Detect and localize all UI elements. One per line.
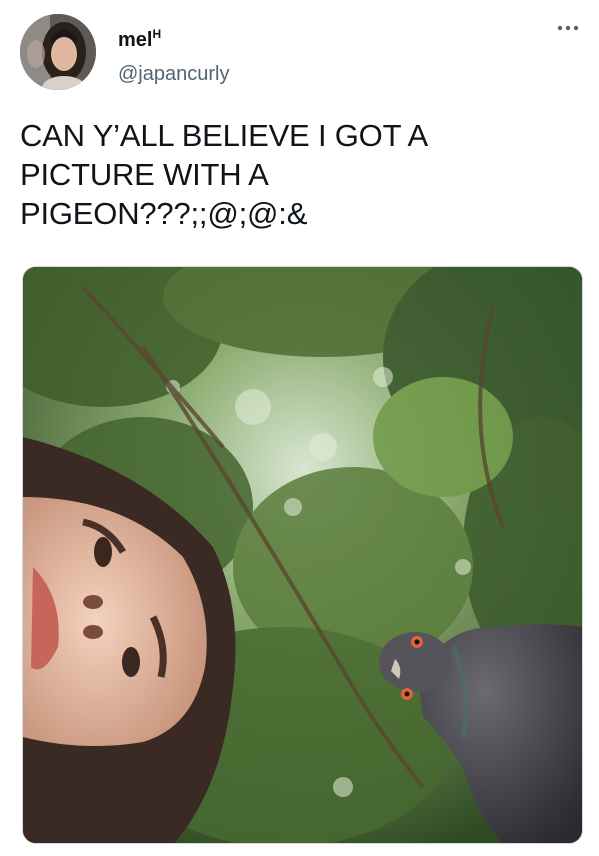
- tweet-media[interactable]: [22, 266, 583, 844]
- tweet-card: melH @japancurly CAN Y’ALL BELIEVE I GOT…: [0, 0, 599, 856]
- tweet-header: melH @japancurly: [20, 14, 585, 94]
- selfie-with-pigeon-photo-icon: [23, 267, 582, 843]
- avatar-photo-icon: [20, 14, 96, 90]
- display-name-suffix: H: [152, 27, 162, 41]
- more-horizontal-icon: [557, 25, 579, 31]
- avatar[interactable]: [20, 14, 96, 90]
- handle[interactable]: @japancurly: [118, 62, 229, 86]
- display-name-text: mel: [118, 29, 153, 51]
- author-names: melH @japancurly: [118, 22, 229, 86]
- more-options-button[interactable]: [553, 18, 583, 38]
- tweet-text: CAN Y’ALL BELIEVE I GOT A PICTURE WITH A…: [20, 118, 428, 231]
- display-name[interactable]: melH: [118, 22, 229, 52]
